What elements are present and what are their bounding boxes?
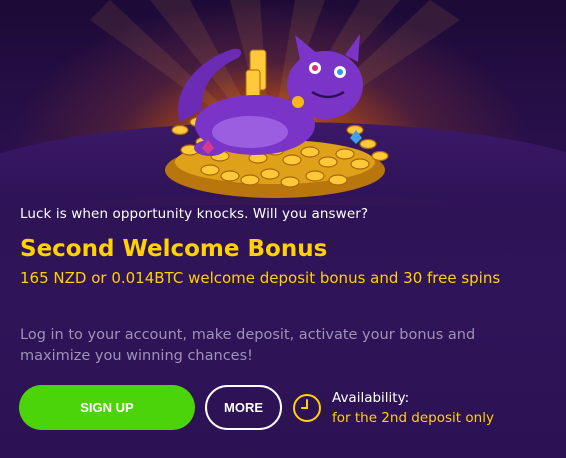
purple-cat bbox=[178, 34, 363, 156]
signup-button[interactable]: SIGN UP bbox=[19, 385, 195, 430]
availability-value: for the 2nd deposit only bbox=[332, 410, 494, 426]
availability-label: Availability: bbox=[332, 390, 410, 406]
promo-title: Second Welcome Bonus bbox=[20, 236, 328, 262]
cat-on-coins-image bbox=[165, 34, 389, 198]
promo-subtitle: 165 NZD or 0.014BTC welcome deposit bonu… bbox=[20, 269, 501, 287]
promo-description: Log in to your account, make deposit, ac… bbox=[20, 327, 476, 364]
promo-tagline: Luck is when opportunity knocks. Will yo… bbox=[20, 206, 369, 222]
more-button[interactable]: MORE bbox=[205, 385, 282, 430]
bonus-card: Luck is when opportunity knocks. Will yo… bbox=[0, 0, 566, 458]
clock-icon bbox=[293, 394, 321, 422]
